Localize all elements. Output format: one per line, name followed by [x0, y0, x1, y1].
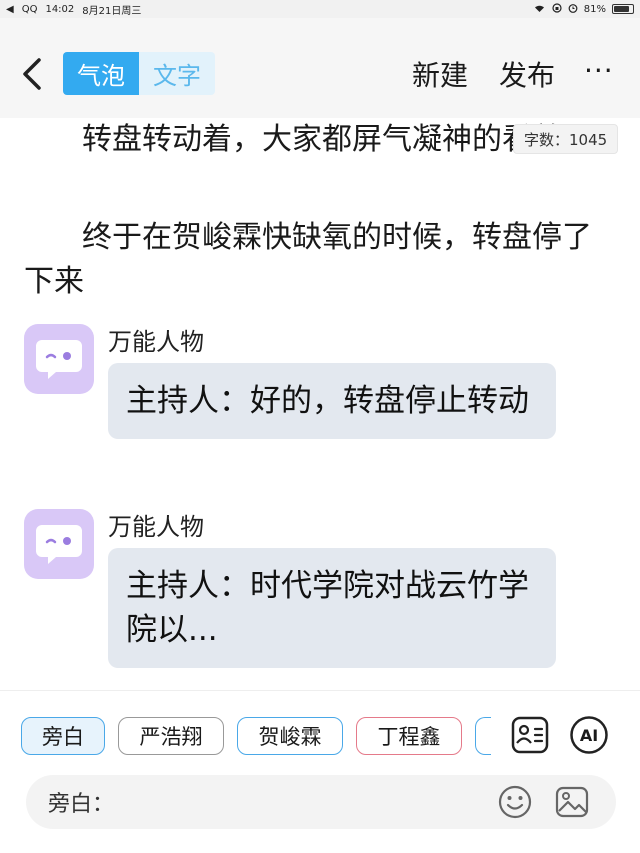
contacts-icon: [511, 716, 549, 754]
story-content[interactable]: 转盘转动着，大家都屏气凝神的看着 字数：1045 终于在贺峻霖快缺氧的时候，转盘…: [0, 118, 640, 690]
character-chip[interactable]: 丁程鑫: [356, 717, 462, 755]
chat-bubble-face-icon: [36, 525, 82, 564]
new-button[interactable]: 新建: [412, 54, 468, 94]
character-chip[interactable]: 严浩翔: [118, 717, 224, 755]
ai-button[interactable]: AI: [569, 715, 609, 755]
character-name: 万能人物: [108, 328, 204, 356]
avatar[interactable]: [24, 324, 94, 394]
chat-bubble-face-icon: [36, 340, 82, 379]
character-name: 万能人物: [108, 513, 204, 541]
emoji-icon: [498, 785, 532, 819]
narration-paragraph[interactable]: 终于在贺峻霖快缺氧的时候，转盘停了下来: [24, 216, 604, 304]
tab-text[interactable]: 文字: [139, 52, 215, 95]
battery-percent: 81%: [583, 3, 606, 15]
alarm-icon: [568, 3, 578, 16]
input-speaker-label: 旁白：: [48, 792, 115, 817]
ai-label: AI: [579, 725, 599, 745]
message-bubble[interactable]: 主持人：好的，转盘停止转动: [108, 363, 556, 439]
publish-button[interactable]: 发布: [499, 54, 555, 94]
wifi-icon: [533, 3, 546, 16]
message-input[interactable]: [118, 789, 616, 815]
status-time: 14:02: [45, 3, 75, 15]
lock-rotation-icon: [552, 2, 562, 16]
back-to-app-icon[interactable]: ◀: [6, 4, 14, 15]
image-icon: [555, 786, 589, 818]
character-list-button[interactable]: [510, 715, 550, 755]
status-app: QQ: [21, 3, 38, 15]
character-chip[interactable]: 贺峻霖: [237, 717, 343, 755]
tab-bubble[interactable]: 气泡: [63, 52, 139, 95]
character-chip-narrator[interactable]: 旁白: [21, 717, 105, 755]
image-button[interactable]: [553, 783, 591, 821]
avatar[interactable]: [24, 509, 94, 579]
back-button[interactable]: [16, 54, 48, 94]
input-bar: 旁白：: [26, 775, 616, 829]
message-bubble[interactable]: 主持人：时代学院对战云竹学院以...: [108, 548, 556, 668]
status-date: 8月21日周三: [82, 5, 142, 17]
mode-toggle: 气泡 文字: [63, 52, 215, 95]
more-button[interactable]: ···: [584, 54, 614, 87]
chevron-left-icon: [23, 58, 41, 90]
composer: 旁白 严浩翔 贺峻霖 丁程鑫 AI 旁白：: [0, 690, 640, 853]
word-count-badge: 字数：1045: [513, 124, 619, 154]
character-chip-overflow[interactable]: [475, 717, 491, 755]
battery-icon: [612, 4, 634, 14]
emoji-button[interactable]: [496, 783, 534, 821]
top-nav: 气泡 文字 新建 发布 ···: [0, 18, 640, 118]
status-bar: ◀ QQ 14:02 8月21日周三 81%: [0, 0, 640, 18]
